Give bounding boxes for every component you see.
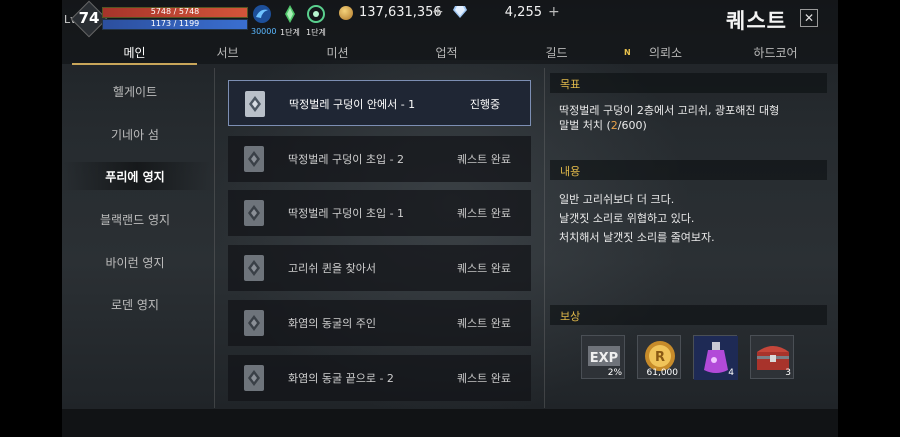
quest-name: 딱정벌레 구덩이 초입 - 1 [288,207,405,220]
tab-achievement[interactable]: 업적 [384,44,509,61]
reward-potion-qty: 4 [728,368,734,378]
tab-mission[interactable]: 미션 [275,44,400,61]
quest-name: 딱정벌레 구덩이 안에서 - 1 [289,98,416,111]
gold-coin-label: R [655,350,665,365]
gem-amount: 4,255 [504,5,542,20]
sidebar-divider [214,68,215,408]
sidebar-item-fourier[interactable]: 푸리에 영지 [62,168,208,185]
skill-caption-3: 1단계 [306,28,326,37]
sidebar-item-ginea-island[interactable]: 기네아 섬 [62,126,208,143]
mp-text: 1173 / 1199 [150,19,200,28]
blue-swirl-icon[interactable] [252,4,272,24]
add-gold-button[interactable]: + [432,4,444,20]
skill-caption-1: 30000 [251,27,277,36]
goal-line-2: 말벌 처치 (2/600) [559,118,831,133]
reward-gold-qty: 61,000 [646,368,679,378]
quest-name: 화염의 동굴 끝으로 - 2 [288,372,394,385]
green-crystal-icon[interactable] [280,4,300,24]
scroll-icon [244,255,264,281]
content-header-label: 내용 [560,165,581,178]
diamond-icon [453,6,467,18]
reward-header: 보상 [550,305,827,325]
tab-guild[interactable]: 길드 [494,44,619,61]
scroll-icon [244,146,264,172]
hp-bar: 5748 / 5748 [102,7,248,18]
quest-status: 퀘스트 완료 [456,153,512,166]
content-header: 내용 [550,160,827,180]
list-divider [544,68,545,408]
goal-progress: 2 [610,119,618,132]
sidebar-item-roden[interactable]: 로덴 영지 [62,296,208,313]
quest-status: 퀘스트 완료 [456,372,512,385]
reward-header-label: 보상 [560,310,581,323]
reward-chest[interactable]: 3 [750,335,794,379]
scroll-icon [244,200,264,226]
exp-icon-label: EXP [590,351,618,366]
content-line: 처치해서 날갯짓 소리를 줄여보자. [559,231,715,244]
reward-gold[interactable]: R 61,000 [637,335,681,379]
quest-status: 진행중 [469,98,501,111]
quest-name: 화염의 동굴의 주인 [288,317,376,330]
goal-line-2-suffix: /600) [617,119,647,132]
skill-caption-2: 1단계 [280,28,300,37]
reward-chest-qty: 3 [785,368,791,378]
close-button[interactable]: ✕ [800,9,818,27]
gold-amount: 137,631,356 [359,5,442,20]
active-tab-indicator [72,63,197,65]
top-bar: Lv 74 5748 / 5748 1173 / 1199 30000 1단계 … [62,0,838,40]
scroll-icon [245,91,265,117]
goal-line-2-prefix: 말벌 처치 ( [559,119,611,132]
quest-status: 퀘스트 완료 [456,262,512,275]
level-value: 74 [78,9,100,27]
quest-name: 딱정벌레 구덩이 초입 - 2 [288,153,405,166]
sidebar-item-hellgate[interactable]: 헬게이트 [62,83,208,100]
gold-coin-icon [339,6,353,20]
quest-window: Lv 74 5748 / 5748 1173 / 1199 30000 1단계 … [62,0,838,437]
sidebar-item-blackland[interactable]: 블랙랜드 영지 [62,211,208,228]
tab-bar: 메인 서브 미션 업적 길드 N 의뢰소 하드코어 [62,40,838,65]
content-line: 날갯짓 소리로 위협하고 있다. [559,212,695,225]
quest-item[interactable]: 딱정벌레 구덩이 초입 - 1 퀘스트 완료 [228,190,531,236]
scroll-icon [244,365,264,391]
quest-item[interactable]: 화염의 동굴 끝으로 - 2 퀘스트 완료 [228,355,531,401]
goal-text: 딱정벌레 구덩이 2층에서 고리쉬, 광포해진 대형 말벌 처치 (2/600) [559,103,831,133]
sidebar-item-byron[interactable]: 바이런 영지 [62,254,208,271]
quest-item[interactable]: 화염의 동굴의 주인 퀘스트 완료 [228,300,531,346]
content-line: 일반 고리쉬보다 더 크다. [559,193,675,206]
window-title: 퀘스트 [726,9,787,33]
quest-status: 퀘스트 완료 [456,317,512,330]
quest-item[interactable]: 고리쉬 퀸을 찾아서 퀘스트 완료 [228,245,531,291]
quest-name: 고리쉬 퀸을 찾아서 [288,262,376,275]
reward-exp[interactable]: EXP 2% [581,335,625,379]
scroll-icon [244,310,264,336]
reward-exp-qty: 2% [607,368,622,378]
tab-request[interactable]: 의뢰소 [603,44,728,61]
goal-line-1: 딱정벌레 구덩이 2층에서 고리쉬, 광포해진 대형 [559,104,780,117]
quest-status: 퀘스트 완료 [456,207,512,220]
goal-header: 목표 [550,73,827,93]
quest-item[interactable]: 딱정벌레 구덩이 안에서 - 1 진행중 [228,80,531,126]
tab-hardcore[interactable]: 하드코어 [713,44,838,61]
quest-item[interactable]: 딱정벌레 구덩이 초입 - 2 퀘스트 완료 [228,136,531,182]
hp-text: 5748 / 5748 [150,7,200,16]
green-emblem-icon[interactable] [306,4,326,24]
reward-potion[interactable]: 4 [693,335,738,380]
add-gem-button[interactable]: + [548,4,560,20]
tab-sub[interactable]: 서브 [165,44,290,61]
mp-bar: 1173 / 1199 [102,19,248,30]
goal-header-label: 목표 [560,78,581,91]
